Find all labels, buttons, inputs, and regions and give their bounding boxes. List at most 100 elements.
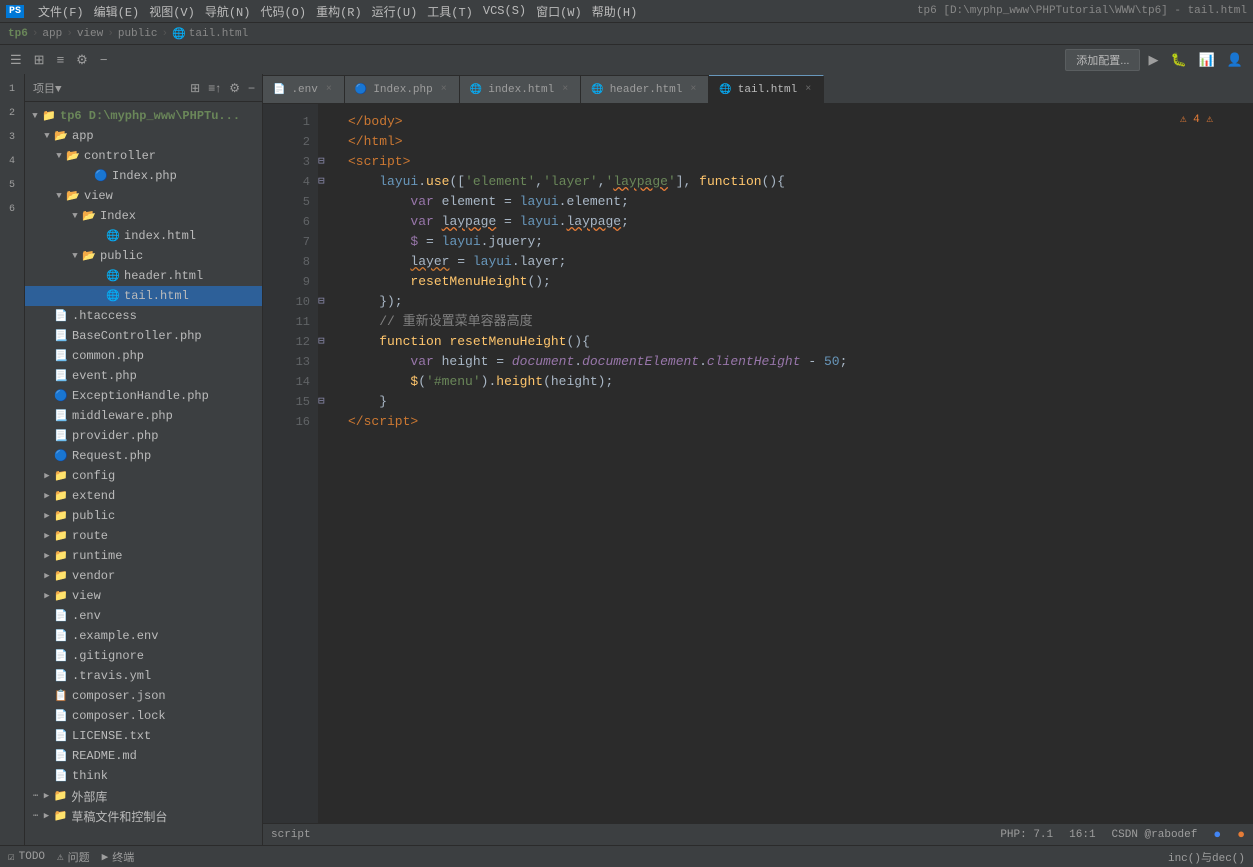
env-icon: 📄 [53,609,69,623]
terminal-icon: ▶ [102,850,109,864]
menu-item-run[interactable]: 运行(U) [372,3,418,20]
example-env-label: .example.env [72,629,158,643]
tree-public-folder[interactable]: ▼ 📂 public [25,246,262,266]
tree-extend[interactable]: ▶ 📁 extend [25,486,262,506]
tab-index-html[interactable]: 🌐 index.html × [460,75,581,103]
code-line-1: </body> [348,112,1237,132]
tree-tail-html[interactable]: 🌐 tail.html [25,286,262,306]
tree-header-html[interactable]: 🌐 header.html [25,266,262,286]
sidebar-btn-4[interactable]: − [245,79,258,97]
toolbar-btn-4[interactable]: − [96,50,112,69]
left-icon-5[interactable]: 5 [1,174,23,196]
status-csdn: CSDN @rabodef [1112,829,1198,841]
tab-index-php[interactable]: 🔵 Index.php × [345,75,460,103]
tree-composer-json[interactable]: 📋 composer.json [25,686,262,706]
menu-item-vcs[interactable]: VCS(S) [483,4,526,18]
code-content[interactable]: </body> </html> <script> layui.use(['ele… [332,104,1253,823]
tree-request[interactable]: 🔵 Request.php [25,446,262,466]
sidebar-btn-3[interactable]: ⚙ [226,79,243,97]
todo-tab[interactable]: ☑ TODO [8,850,45,864]
tree-view[interactable]: ▼ 📂 view [25,186,262,206]
project-view-btn[interactable]: ☰ [6,50,26,70]
tab-index-php-close[interactable]: × [439,84,449,95]
menu-item-code[interactable]: 代码(O) [260,3,306,20]
left-icon-4[interactable]: 4 [1,150,23,172]
tab-tail-html[interactable]: 🌐 tail.html × [709,75,824,103]
tree-exception[interactable]: 🔵 ExceptionHandle.php [25,386,262,406]
terminal-tab[interactable]: ▶ 终端 [102,849,135,865]
menu-item-view[interactable]: 视图(V) [149,3,195,20]
tree-htaccess[interactable]: 📄 .htaccess [25,306,262,326]
tree-view-root[interactable]: ▶ 📁 view [25,586,262,606]
path-public[interactable]: public [118,28,158,40]
tree-example-env[interactable]: 📄 .example.env [25,626,262,646]
tree-travis[interactable]: 📄 .travis.yml [25,666,262,686]
tree-composer-lock[interactable]: 📄 composer.lock [25,706,262,726]
menu-item-refactor[interactable]: 重构(R) [316,3,362,20]
toolbar-btn-1[interactable]: ⊞ [30,50,49,70]
tree-middleware[interactable]: 📃 middleware.php [25,406,262,426]
readme-icon: 📄 [53,749,69,763]
left-panel: 1 2 3 4 5 6 [0,74,25,845]
debug-btn[interactable]: 🐛 [1166,50,1190,70]
tree-index-folder[interactable]: ▼ 📂 Index [25,206,262,226]
tree-common[interactable]: 📃 common.php [25,346,262,366]
tree-public-root[interactable]: ▶ 📁 public [25,506,262,526]
request-icon: 🔵 [53,449,69,463]
menu-item-window[interactable]: 窗口(W) [536,3,582,20]
left-icon-1[interactable]: 1 [1,78,23,100]
sidebar-btn-1[interactable]: ⊞ [187,79,203,97]
menu-item-file[interactable]: 文件(F) [38,3,84,20]
left-icon-6[interactable]: 6 [1,198,23,220]
path-view[interactable]: view [77,28,103,40]
path-app[interactable]: app [42,28,62,40]
code-line-8: layer = layui.layer; [348,252,1237,272]
tree-vendor[interactable]: ▶ 📁 vendor [25,566,262,586]
tree-readme[interactable]: 📄 README.md [25,746,262,766]
tree-root[interactable]: ▼ 📁 tp6 D:\myphp_www\PHPTu... [25,106,262,126]
toolbar-btn-2[interactable]: ≡ [53,50,69,69]
tree-index-php[interactable]: 🔵 Index.php [25,166,262,186]
tree-route[interactable]: ▶ 📁 route [25,526,262,546]
tree-gitignore[interactable]: 📄 .gitignore [25,646,262,666]
tab-header-html-close[interactable]: × [688,84,698,95]
tree-event[interactable]: 📃 event.php [25,366,262,386]
tree-provider[interactable]: 📃 provider.php [25,426,262,446]
tree-index-html[interactable]: 🌐 index.html [25,226,262,246]
tab-tail-html-close[interactable]: × [803,84,813,95]
tree-license[interactable]: 📄 LICENSE.txt [25,726,262,746]
toolbar: ☰ ⊞ ≡ ⚙ − 添加配置... ▶ 🐛 📊 👤 [0,44,1253,74]
menu-item-nav[interactable]: 导航(N) [205,3,251,20]
tab-index-html-close[interactable]: × [560,84,570,95]
left-icon-3[interactable]: 3 [1,126,23,148]
public-root-icon: 📁 [53,509,69,523]
problems-tab[interactable]: ⚠ 问题 [57,849,90,865]
tree-config[interactable]: ▶ 📁 config [25,466,262,486]
tab-header-html[interactable]: 🌐 header.html × [581,75,709,103]
root-label: tp6 D:\myphp_www\PHPTu... [60,109,240,123]
sidebar-btn-2[interactable]: ≡↑ [205,79,224,97]
add-config-button[interactable]: 添加配置... [1065,49,1140,71]
config-icon: 📁 [53,469,69,483]
tree-basecontroller[interactable]: 📃 BaseController.php [25,326,262,346]
toolbar-btn-3[interactable]: ⚙ [72,50,92,70]
user-btn[interactable]: 👤 [1223,50,1247,70]
menu-item-tools[interactable]: 工具(T) [427,3,473,20]
left-icon-2[interactable]: 2 [1,102,23,124]
tree-external-lib[interactable]: ⋯ ▶ 📁 外部库 [25,786,262,806]
tree-controller[interactable]: ▼ 📂 controller [25,146,262,166]
tab-env-close[interactable]: × [324,84,334,95]
exception-icon: 🔵 [53,389,69,403]
tree-env[interactable]: 📄 .env [25,606,262,626]
tree-runtime[interactable]: ▶ 📁 runtime [25,546,262,566]
tree-app[interactable]: ▼ 📂 app [25,126,262,146]
menu-item-edit[interactable]: 编辑(E) [94,3,140,20]
controller-label: controller [84,149,156,163]
tree-scratch[interactable]: ⋯ ▶ 📁 草稿文件和控制台 [25,806,262,826]
tree-think[interactable]: 📄 think [25,766,262,786]
run-btn[interactable]: ▶ [1144,50,1162,70]
tab-env[interactable]: 📄 .env × [263,75,345,103]
menu-item-help[interactable]: 帮助(H) [592,3,638,20]
public-root-label: public [72,509,115,523]
coverage-btn[interactable]: 📊 [1195,50,1219,70]
